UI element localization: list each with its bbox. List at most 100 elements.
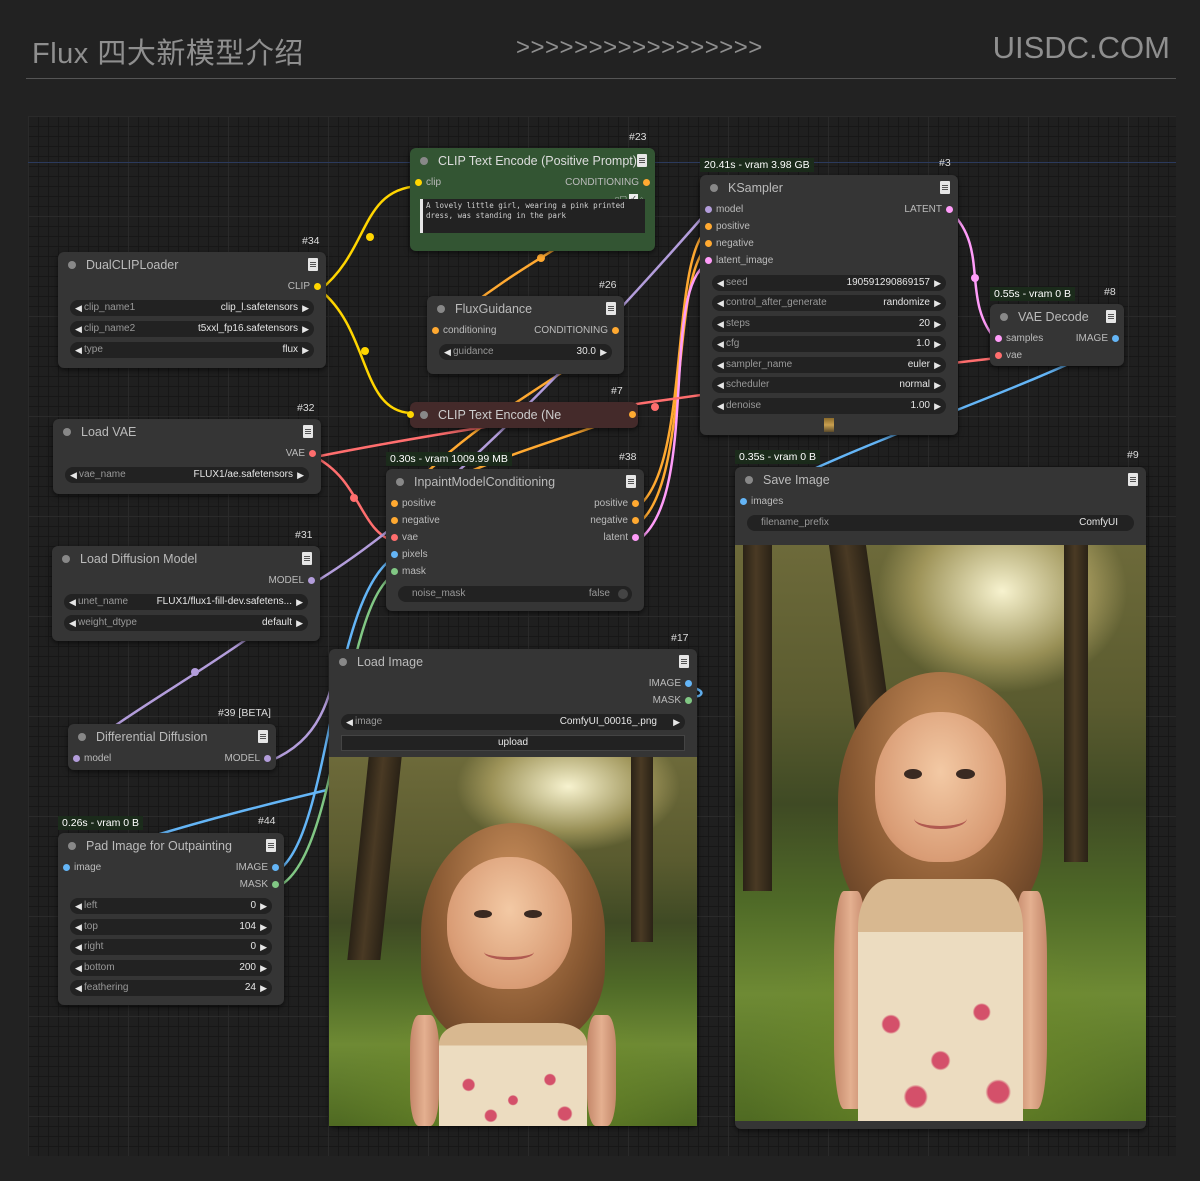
input-slot-clip[interactable] xyxy=(415,179,422,186)
arrow-left-icon[interactable]: ◀ xyxy=(717,295,724,311)
widget-top[interactable]: ◀ top 104 ▶ xyxy=(70,919,272,935)
input-slot-negative[interactable] xyxy=(705,240,712,247)
arrow-right-icon[interactable]: ▶ xyxy=(260,898,267,914)
arrow-right-icon[interactable]: ▶ xyxy=(934,295,941,311)
document-icon[interactable] xyxy=(308,258,318,271)
widget-image-select[interactable]: ◀ image ComfyUI_00016_.png ▶ xyxy=(341,714,685,730)
widget-vae-name[interactable]: ◀ vae_name FLUX1/ae.safetensors ▶ xyxy=(65,467,309,483)
output-slot-vae[interactable] xyxy=(309,450,316,457)
collapse-dot-icon[interactable] xyxy=(68,261,76,269)
arrow-left-icon[interactable]: ◀ xyxy=(75,300,82,316)
arrow-right-icon[interactable]: ▶ xyxy=(296,594,303,610)
widget-unet-name[interactable]: ◀ unet_name FLUX1/flux1-fill-dev.safetens.… xyxy=(64,594,308,610)
arrow-left-icon[interactable]: ◀ xyxy=(69,594,76,610)
arrow-left-icon[interactable]: ◀ xyxy=(717,275,724,291)
document-icon[interactable] xyxy=(940,181,950,194)
collapse-dot-icon[interactable] xyxy=(63,428,71,436)
document-icon[interactable] xyxy=(679,655,689,668)
output-slot-negative[interactable] xyxy=(632,517,639,524)
collapse-dot-icon[interactable] xyxy=(78,733,86,741)
collapse-dot-icon[interactable] xyxy=(420,157,428,165)
widget-right[interactable]: ◀ right 0 ▶ xyxy=(70,939,272,955)
output-slot-clip[interactable] xyxy=(314,283,321,290)
collapse-dot-icon[interactable] xyxy=(420,411,428,419)
widget-guidance[interactable]: ◀ guidance 30.0 ▶ xyxy=(439,344,612,360)
arrow-left-icon[interactable]: ◀ xyxy=(717,398,724,414)
arrow-left-icon[interactable]: ◀ xyxy=(75,321,82,337)
widget-steps[interactable]: ◀ steps 20 ▶ xyxy=(712,316,946,332)
arrow-left-icon[interactable]: ◀ xyxy=(717,377,724,393)
input-slot-images[interactable] xyxy=(740,498,747,505)
output-slot-mask[interactable] xyxy=(685,697,692,704)
arrow-left-icon[interactable]: ◀ xyxy=(717,316,724,332)
output-slot-image[interactable] xyxy=(685,680,692,687)
node-dual-clip-loader[interactable]: DualCLIPLoader CLIP ◀ clip_name1 clip_l.sa… xyxy=(58,252,326,368)
arrow-left-icon[interactable]: ◀ xyxy=(69,615,76,631)
document-icon[interactable] xyxy=(302,552,312,565)
node-flux-guidance[interactable]: FluxGuidance conditioning CONDITIONING ◀… xyxy=(427,296,624,374)
arrow-right-icon[interactable]: ▶ xyxy=(600,344,607,360)
output-slot-image[interactable] xyxy=(272,864,279,871)
document-icon[interactable] xyxy=(1106,310,1116,323)
arrow-left-icon[interactable]: ◀ xyxy=(444,344,451,360)
widget-scheduler[interactable]: ◀ scheduler normal ▶ xyxy=(712,377,946,393)
node-inpaint-model-conditioning[interactable]: InpaintModelConditioning positive positiv… xyxy=(386,469,644,611)
output-slot-latent[interactable] xyxy=(946,206,953,213)
input-image-preview[interactable] xyxy=(329,757,697,1126)
input-slot-latent-image[interactable] xyxy=(705,257,712,264)
widget-bottom[interactable]: ◀ bottom 200 ▶ xyxy=(70,960,272,976)
widget-sampler-name[interactable]: ◀ sampler_name euler ▶ xyxy=(712,357,946,373)
prompt-textarea[interactable]: A lovely little girl, wearing a pink pri… xyxy=(420,199,645,233)
toggle-knob-icon[interactable] xyxy=(618,589,628,599)
widget-denoise[interactable]: ◀ denoise 1.00 ▶ xyxy=(712,398,946,414)
input-slot-model[interactable] xyxy=(705,206,712,213)
node-load-image[interactable]: Load Image IMAGE MASK ◀ image ComfyUI_0001… xyxy=(329,649,697,1126)
widget-clip-name2[interactable]: ◀ clip_name2 t5xxl_fp16.safetensors ▶ xyxy=(70,321,314,337)
upload-button[interactable]: upload xyxy=(341,735,685,751)
input-slot-pixels[interactable] xyxy=(391,551,398,558)
input-slot-vae[interactable] xyxy=(995,352,1002,359)
arrow-right-icon[interactable]: ▶ xyxy=(297,467,304,483)
arrow-left-icon[interactable]: ◀ xyxy=(75,919,82,935)
output-slot-model[interactable] xyxy=(264,755,271,762)
node-load-diffusion-model[interactable]: Load Diffusion Model MODEL ◀ unet_name FLU… xyxy=(52,546,320,641)
collapse-dot-icon[interactable] xyxy=(710,184,718,192)
output-slot-latent[interactable] xyxy=(632,534,639,541)
widget-filename-prefix[interactable]: filename_prefix ComfyUI xyxy=(747,515,1134,531)
widget-type[interactable]: ◀ type flux ▶ xyxy=(70,342,314,358)
widget-weight-dtype[interactable]: ◀ weight_dtype default ▶ xyxy=(64,615,308,631)
widget-seed[interactable]: ◀ seed 190591290869157 ▶ xyxy=(712,275,946,291)
arrow-right-icon[interactable]: ▶ xyxy=(296,615,303,631)
arrow-left-icon[interactable]: ◀ xyxy=(346,714,353,730)
input-slot-mask[interactable] xyxy=(391,568,398,575)
output-slot-model[interactable] xyxy=(308,577,315,584)
collapse-dot-icon[interactable] xyxy=(745,476,753,484)
input-slot-model[interactable] xyxy=(73,755,80,762)
arrow-right-icon[interactable]: ▶ xyxy=(673,714,680,730)
output-slot-image[interactable] xyxy=(1112,335,1119,342)
widget-noise-mask-toggle[interactable]: noise_mask false xyxy=(398,586,632,602)
widget-cfg[interactable]: ◀ cfg 1.0 ▶ xyxy=(712,336,946,352)
arrow-left-icon[interactable]: ◀ xyxy=(75,939,82,955)
node-save-image[interactable]: Save Image images filename_prefix ComfyUI xyxy=(735,467,1146,1129)
output-slot-conditioning[interactable] xyxy=(612,327,619,334)
arrow-right-icon[interactable]: ▶ xyxy=(260,919,267,935)
arrow-right-icon[interactable]: ▶ xyxy=(934,275,941,291)
input-slot-negative[interactable] xyxy=(391,517,398,524)
arrow-left-icon[interactable]: ◀ xyxy=(717,357,724,373)
document-icon[interactable] xyxy=(626,475,636,488)
arrow-right-icon[interactable]: ▶ xyxy=(934,398,941,414)
input-slot-samples[interactable] xyxy=(995,335,1002,342)
node-clip-text-negative[interactable]: CLIP Text Encode (Ne xyxy=(407,402,638,428)
collapse-dot-icon[interactable] xyxy=(437,305,445,313)
arrow-left-icon[interactable]: ◀ xyxy=(75,898,82,914)
node-clip-text-positive[interactable]: CLIP Text Encode (Positive Prompt) clip … xyxy=(410,148,655,251)
collapse-dot-icon[interactable] xyxy=(62,555,70,563)
arrow-right-icon[interactable]: ▶ xyxy=(260,939,267,955)
collapse-dot-icon[interactable] xyxy=(1000,313,1008,321)
arrow-right-icon[interactable]: ▶ xyxy=(260,960,267,976)
node-differential-diffusion[interactable]: Differential Diffusion model MODEL xyxy=(68,724,276,770)
node-pad-image-outpainting[interactable]: Pad Image for Outpainting image IMAGE MAS… xyxy=(58,833,284,1005)
collapse-dot-icon[interactable] xyxy=(396,478,404,486)
widget-clip-name1[interactable]: ◀ clip_name1 clip_l.safetensors ▶ xyxy=(70,300,314,316)
